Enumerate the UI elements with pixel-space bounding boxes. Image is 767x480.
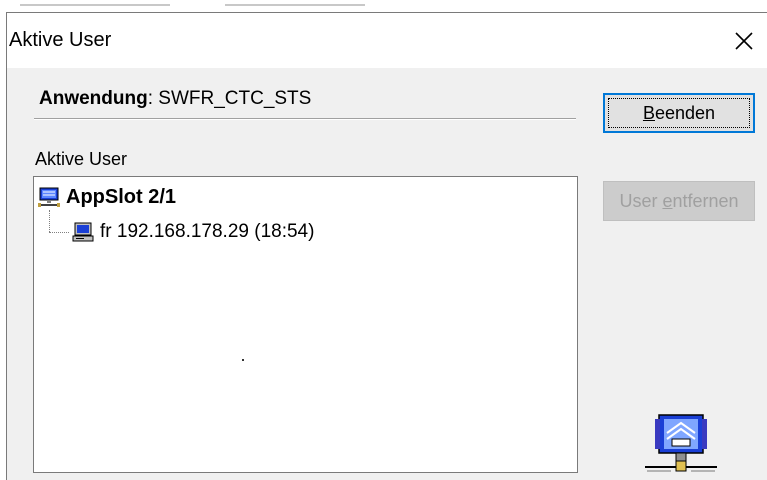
- tree-connector: [49, 232, 69, 233]
- tree-node-label: fr 192.168.178.29 (18:54): [100, 221, 315, 242]
- button-label: User entfernen: [619, 191, 738, 212]
- user-tree-view[interactable]: AppSlot 2/1 fr 192.168.178.29 (18:54): [33, 176, 578, 473]
- background-text-fragment: [20, 0, 170, 6]
- title-bar[interactable]: Aktive User: [7, 13, 767, 68]
- application-value: SWFR_CTC_STS: [158, 88, 312, 109]
- separator-line: [34, 118, 576, 120]
- network-server-icon: [645, 414, 717, 472]
- application-row: Anwendung: SWFR_CTC_STS: [39, 88, 311, 110]
- close-dialog-button[interactable]: Beenden: [603, 93, 755, 133]
- remove-user-button[interactable]: User entfernen: [603, 181, 755, 221]
- window-title: Aktive User: [9, 29, 112, 51]
- tree-node-user[interactable]: fr 192.168.178.29 (18:54): [72, 220, 314, 244]
- user-list-label: Aktive User: [35, 149, 128, 169]
- background-text-fragment: [225, 0, 365, 6]
- dialog-client-area: Anwendung: SWFR_CTC_STS Aktive User AppS…: [7, 68, 767, 480]
- tree-connector: [49, 210, 50, 232]
- tree-node-appslot[interactable]: AppSlot 2/1: [38, 184, 176, 210]
- server-icon: [38, 187, 60, 207]
- button-label-prefix: User: [619, 190, 663, 211]
- close-button[interactable]: [721, 21, 767, 61]
- screen: Aktive User Anwendung: SWFR_CTC_STS Akti…: [0, 0, 767, 480]
- dialog-window: Aktive User Anwendung: SWFR_CTC_STS Akti…: [6, 12, 767, 480]
- tree-node-label: AppSlot 2/1: [66, 185, 177, 208]
- application-separator: :: [147, 88, 153, 109]
- focus-rectangle: [608, 98, 750, 128]
- stray-pixel: [242, 359, 244, 361]
- computer-icon: [72, 222, 94, 242]
- application-label: Anwendung: [39, 88, 148, 109]
- button-label-suffix: ntfernen: [672, 190, 739, 211]
- button-label-accel: e: [662, 190, 673, 211]
- close-icon: [735, 32, 753, 50]
- background-window-edge: [0, 0, 767, 12]
